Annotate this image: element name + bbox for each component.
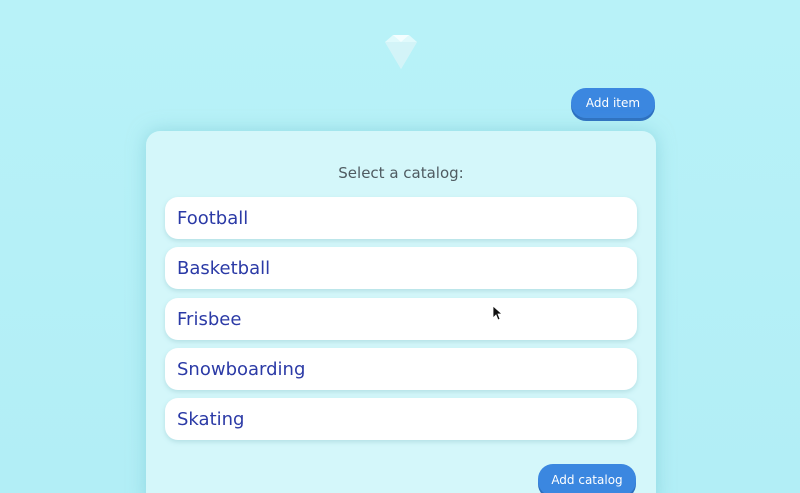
catalog-item-skating[interactable]: Skating: [165, 398, 637, 440]
catalog-panel: Select a catalog: Football Basketball Fr…: [146, 131, 656, 493]
app-page: Add item Select a catalog: Football Bask…: [0, 0, 800, 493]
catalog-item-label: Football: [177, 207, 249, 229]
catalog-panel-title: Select a catalog:: [338, 164, 464, 182]
catalog-item-label: Snowboarding: [177, 358, 306, 380]
catalog-item-label: Frisbee: [177, 308, 242, 330]
diamond-icon: [385, 35, 417, 69]
catalog-item-football[interactable]: Football: [165, 197, 637, 239]
add-catalog-button[interactable]: Add catalog: [538, 464, 636, 493]
add-item-button[interactable]: Add item: [571, 88, 655, 118]
catalog-item-basketball[interactable]: Basketball: [165, 247, 637, 289]
mouse-cursor-icon: [492, 305, 504, 321]
catalog-item-frisbee[interactable]: Frisbee: [165, 298, 637, 340]
catalog-item-label: Skating: [177, 408, 245, 430]
catalog-item-label: Basketball: [177, 257, 271, 279]
catalog-item-snowboarding[interactable]: Snowboarding: [165, 348, 637, 390]
